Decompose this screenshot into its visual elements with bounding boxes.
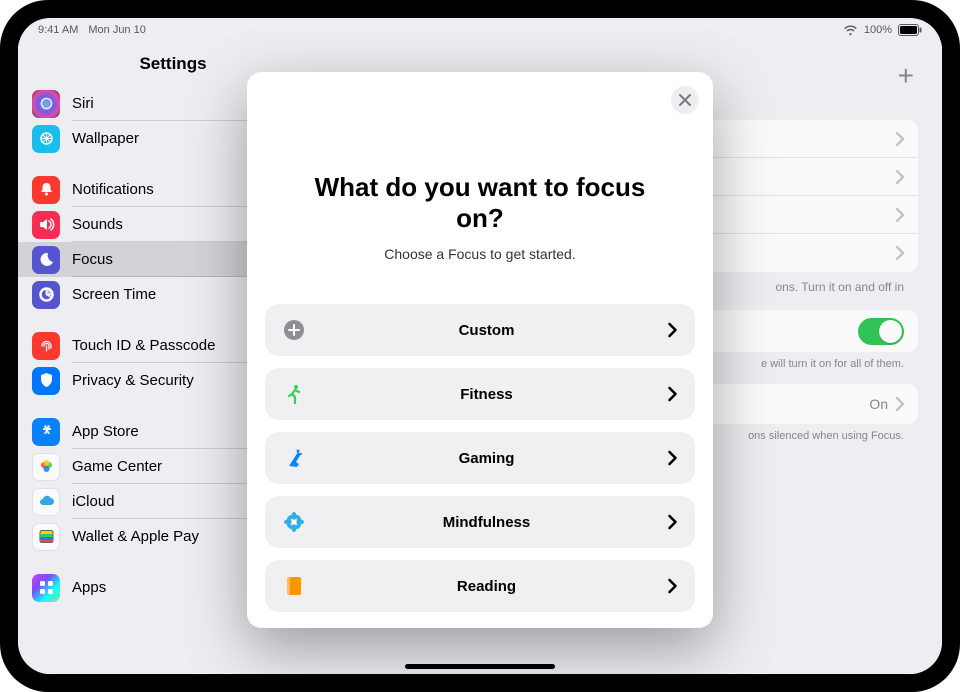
- chevron-right-icon: [668, 322, 677, 338]
- focus-option-mindfulness[interactable]: Mindfulness: [265, 496, 695, 548]
- mindfulness-icon: [283, 511, 305, 533]
- reading-icon: [283, 575, 305, 597]
- focus-option-label: Custom: [305, 322, 668, 339]
- focus-option-fitness[interactable]: Fitness: [265, 368, 695, 420]
- device-frame: 9:41 AM Mon Jun 10 100% Settings SiriWal…: [0, 0, 960, 692]
- focus-option-label: Mindfulness: [305, 514, 668, 531]
- focus-option-label: Reading: [305, 578, 668, 595]
- modal-title: What do you want to focus on?: [265, 172, 695, 234]
- focus-picker-modal: What do you want to focus on? Choose a F…: [247, 72, 713, 628]
- close-button[interactable]: [671, 86, 699, 114]
- gaming-icon: [283, 447, 305, 469]
- modal-subtitle: Choose a Focus to get started.: [265, 246, 695, 262]
- screen: 9:41 AM Mon Jun 10 100% Settings SiriWal…: [18, 18, 942, 674]
- focus-option-label: Fitness: [305, 386, 668, 403]
- focus-option-gaming[interactable]: Gaming: [265, 432, 695, 484]
- chevron-right-icon: [668, 514, 677, 530]
- focus-option-custom[interactable]: Custom: [265, 304, 695, 356]
- home-indicator[interactable]: [405, 664, 555, 669]
- custom-icon: [283, 319, 305, 341]
- close-icon: [679, 94, 691, 106]
- chevron-right-icon: [668, 386, 677, 402]
- fitness-icon: [283, 383, 305, 405]
- focus-option-reading[interactable]: Reading: [265, 560, 695, 612]
- chevron-right-icon: [668, 578, 677, 594]
- focus-option-label: Gaming: [305, 450, 668, 467]
- chevron-right-icon: [668, 450, 677, 466]
